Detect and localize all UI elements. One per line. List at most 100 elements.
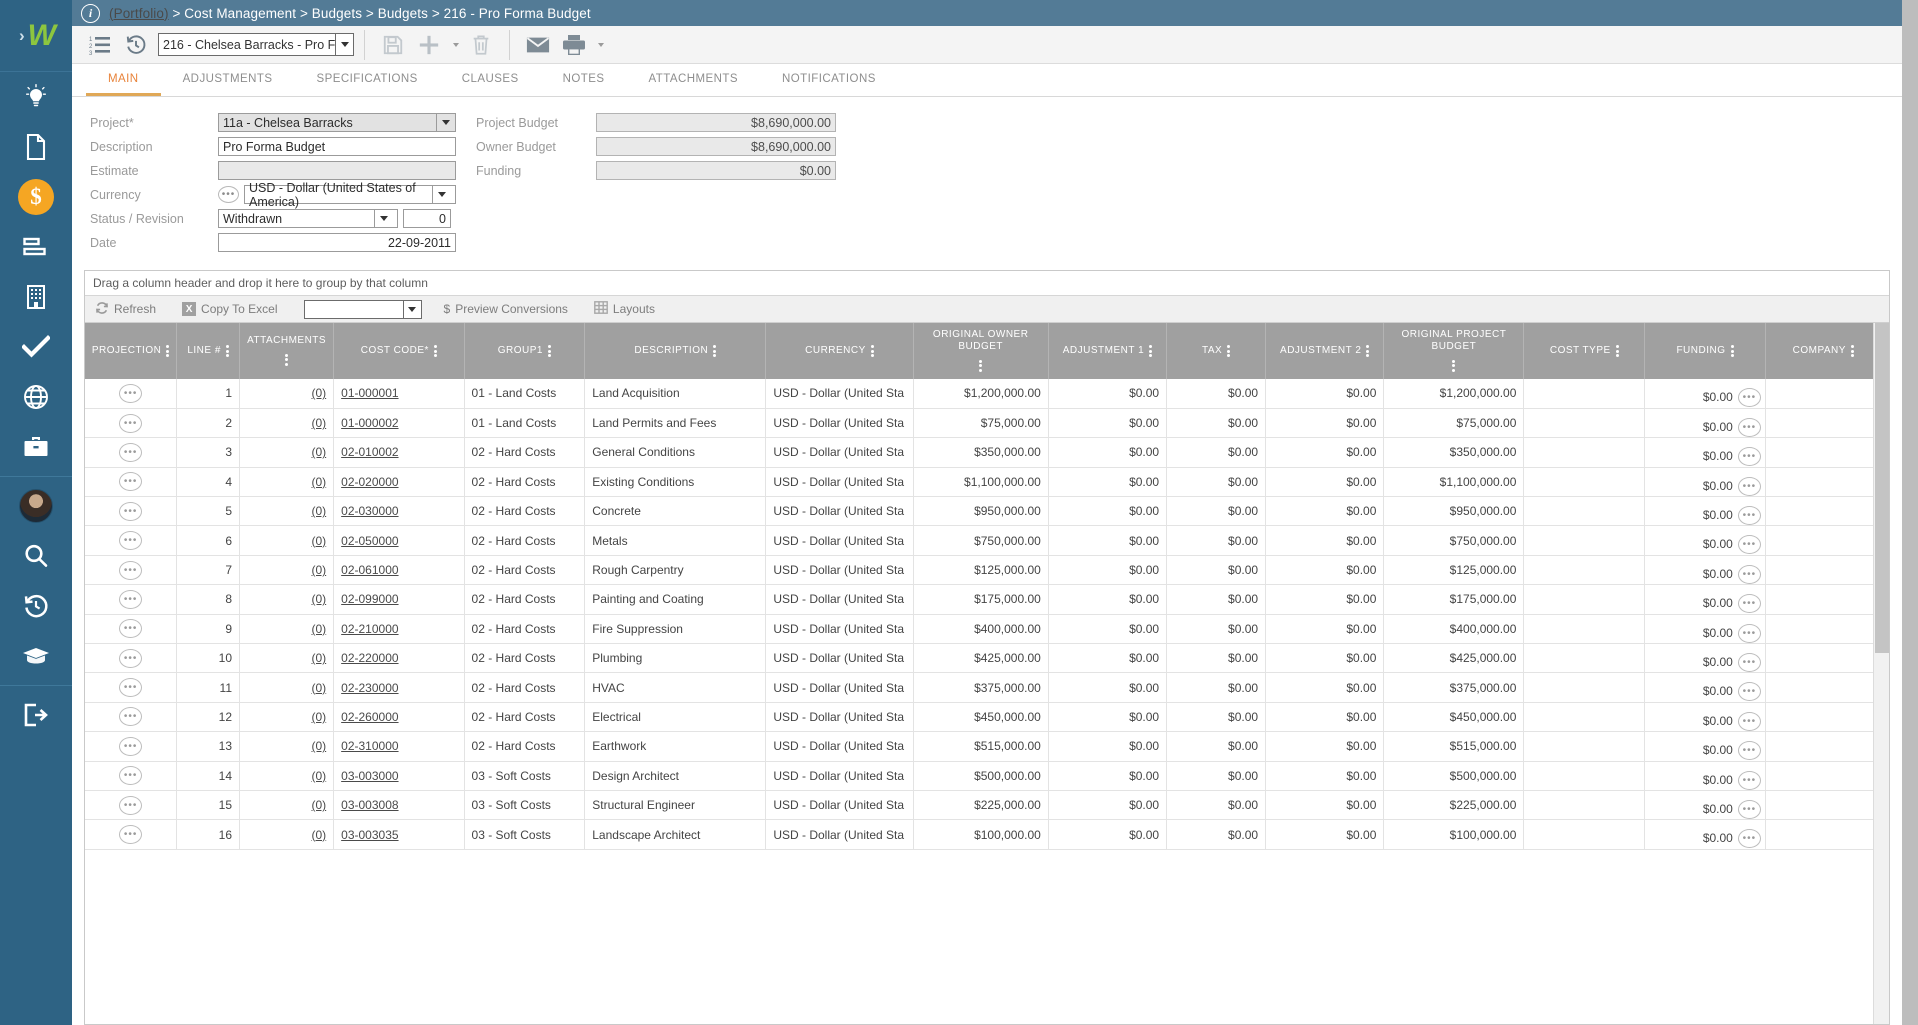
row-actions-menu-icon[interactable]: ••• — [119, 766, 142, 785]
cell-cost-code[interactable]: 01-000001 — [334, 379, 464, 408]
cell-cost-code-link[interactable]: 02-220000 — [341, 651, 398, 665]
tab-adjustments[interactable]: ADJUSTMENTS — [161, 65, 295, 96]
cell-attachments[interactable]: (0) — [240, 761, 334, 790]
col-header-projection[interactable]: PROJECTION — [85, 323, 177, 379]
funding-actions-menu-icon[interactable]: ••• — [1738, 712, 1761, 731]
col-header-original-owner-budget[interactable]: ORIGINAL OWNER BUDGET — [913, 323, 1048, 379]
page-scroll-strip[interactable] — [1902, 0, 1918, 1025]
cell-attachments[interactable]: (0) — [240, 673, 334, 702]
cell-cost-code[interactable]: 02-061000 — [334, 555, 464, 584]
sidebar-item-documents[interactable] — [0, 122, 72, 172]
cell-funding[interactable]: $0.00••• — [1645, 585, 1766, 614]
cell-cost-code-link[interactable]: 01-000002 — [341, 416, 398, 430]
table-row[interactable]: •••16(0)03-00303503 - Soft CostsLandscap… — [85, 820, 1889, 849]
grid-scroll-thumb[interactable] — [1875, 323, 1889, 653]
funding-actions-menu-icon[interactable]: ••• — [1738, 506, 1761, 525]
row-actions-menu-icon[interactable]: ••• — [119, 796, 142, 815]
printer-icon[interactable] — [556, 28, 592, 62]
tab-clauses[interactable]: CLAUSES — [440, 65, 541, 96]
sidebar-item-properties[interactable] — [0, 272, 72, 322]
cell-funding[interactable]: $0.00••• — [1645, 820, 1766, 849]
cell-cost-code[interactable]: 03-003035 — [334, 820, 464, 849]
cell-funding[interactable]: $0.00••• — [1645, 379, 1766, 408]
cell-cost-code[interactable]: 02-099000 — [334, 585, 464, 614]
column-menu-icon[interactable] — [285, 352, 288, 367]
row-projection-menu[interactable]: ••• — [85, 497, 177, 526]
cell-funding[interactable]: $0.00••• — [1645, 761, 1766, 790]
cell-funding[interactable]: $0.00••• — [1645, 644, 1766, 673]
cell-cost-code-link[interactable]: 02-260000 — [341, 710, 398, 724]
funding-actions-menu-icon[interactable]: ••• — [1738, 418, 1761, 437]
cell-cost-code-link[interactable]: 02-010002 — [341, 445, 398, 459]
cell-attachments-link[interactable]: (0) — [311, 769, 326, 783]
sidebar-item-search[interactable] — [0, 531, 72, 581]
cell-attachments-link[interactable]: (0) — [311, 386, 326, 400]
cell-cost-code[interactable]: 02-050000 — [334, 526, 464, 555]
table-row[interactable]: •••11(0)02-23000002 - Hard CostsHVACUSD … — [85, 673, 1889, 702]
cell-attachments-link[interactable]: (0) — [311, 622, 326, 636]
add-plus-icon[interactable] — [411, 28, 447, 62]
table-row[interactable]: •••3(0)02-01000202 - Hard CostsGeneral C… — [85, 438, 1889, 467]
row-actions-menu-icon[interactable]: ••• — [119, 443, 142, 462]
funding-actions-menu-icon[interactable]: ••• — [1738, 388, 1761, 407]
revision-input[interactable]: 0 — [403, 209, 451, 228]
column-menu-icon[interactable] — [1851, 344, 1854, 359]
save-icon[interactable] — [375, 28, 411, 62]
email-envelope-icon[interactable] — [520, 28, 556, 62]
col-header-cost-code[interactable]: COST CODE* — [334, 323, 464, 379]
table-row[interactable]: •••6(0)02-05000002 - Hard CostsMetalsUSD… — [85, 526, 1889, 555]
cell-attachments-link[interactable]: (0) — [311, 592, 326, 606]
row-actions-menu-icon[interactable]: ••• — [119, 707, 142, 726]
row-actions-menu-icon[interactable]: ••• — [119, 561, 142, 580]
column-menu-icon[interactable] — [1616, 344, 1619, 359]
column-menu-icon[interactable] — [1731, 344, 1734, 359]
funding-actions-menu-icon[interactable]: ••• — [1738, 477, 1761, 496]
cell-cost-code[interactable]: 01-000002 — [334, 408, 464, 437]
row-actions-menu-icon[interactable]: ••• — [119, 384, 142, 403]
chevron-down-icon[interactable] — [335, 34, 353, 55]
funding-actions-menu-icon[interactable]: ••• — [1738, 594, 1761, 613]
tab-notes[interactable]: NOTES — [541, 65, 627, 96]
cell-cost-code-link[interactable]: 02-099000 — [341, 592, 398, 606]
cell-attachments[interactable]: (0) — [240, 644, 334, 673]
row-actions-menu-icon[interactable]: ••• — [119, 414, 142, 433]
column-menu-icon[interactable] — [979, 358, 982, 373]
funding-actions-menu-icon[interactable]: ••• — [1738, 447, 1761, 466]
cell-attachments[interactable]: (0) — [240, 408, 334, 437]
row-actions-menu-icon[interactable]: ••• — [119, 531, 142, 550]
refresh-button[interactable]: Refresh — [95, 301, 156, 318]
cell-cost-code[interactable]: 02-220000 — [334, 644, 464, 673]
chevron-down-icon[interactable] — [403, 301, 421, 318]
cell-funding[interactable]: $0.00••• — [1645, 467, 1766, 496]
cell-cost-code[interactable]: 03-003000 — [334, 761, 464, 790]
col-header-attachments[interactable]: ATTACHMENTS — [240, 323, 334, 379]
column-menu-icon[interactable] — [871, 344, 874, 359]
cell-funding[interactable]: $0.00••• — [1645, 702, 1766, 731]
row-actions-menu-icon[interactable]: ••• — [119, 649, 142, 668]
row-projection-menu[interactable]: ••• — [85, 702, 177, 731]
column-menu-icon[interactable] — [713, 344, 716, 359]
tab-specifications[interactable]: SPECIFICATIONS — [295, 65, 440, 96]
cell-attachments-link[interactable]: (0) — [311, 651, 326, 665]
cell-funding[interactable]: $0.00••• — [1645, 408, 1766, 437]
col-header-currency[interactable]: CURRENCY — [766, 323, 913, 379]
cell-attachments[interactable]: (0) — [240, 526, 334, 555]
table-row[interactable]: •••1(0)01-00000101 - Land CostsLand Acqu… — [85, 379, 1889, 408]
cell-funding[interactable]: $0.00••• — [1645, 673, 1766, 702]
cell-attachments-link[interactable]: (0) — [311, 739, 326, 753]
col-header-funding[interactable]: FUNDING — [1645, 323, 1766, 379]
funding-actions-menu-icon[interactable]: ••• — [1738, 624, 1761, 643]
group-by-dropzone[interactable]: Drag a column header and drop it here to… — [85, 271, 1889, 296]
cell-funding[interactable]: $0.00••• — [1645, 497, 1766, 526]
sidebar-item-portfolio[interactable] — [0, 372, 72, 422]
project-select[interactable]: 11a - Chelsea Barracks — [218, 113, 456, 132]
table-row[interactable]: •••9(0)02-21000002 - Hard CostsFire Supp… — [85, 614, 1889, 643]
table-row[interactable]: •••7(0)02-06100002 - Hard CostsRough Car… — [85, 555, 1889, 584]
cell-cost-code-link[interactable]: 03-003035 — [341, 828, 398, 842]
trash-delete-icon[interactable] — [463, 28, 499, 62]
row-actions-menu-icon[interactable]: ••• — [119, 590, 142, 609]
cell-attachments-link[interactable]: (0) — [311, 710, 326, 724]
row-projection-menu[interactable]: ••• — [85, 673, 177, 702]
app-logo[interactable]: › W — [0, 0, 72, 72]
chevron-down-icon[interactable] — [374, 210, 393, 227]
